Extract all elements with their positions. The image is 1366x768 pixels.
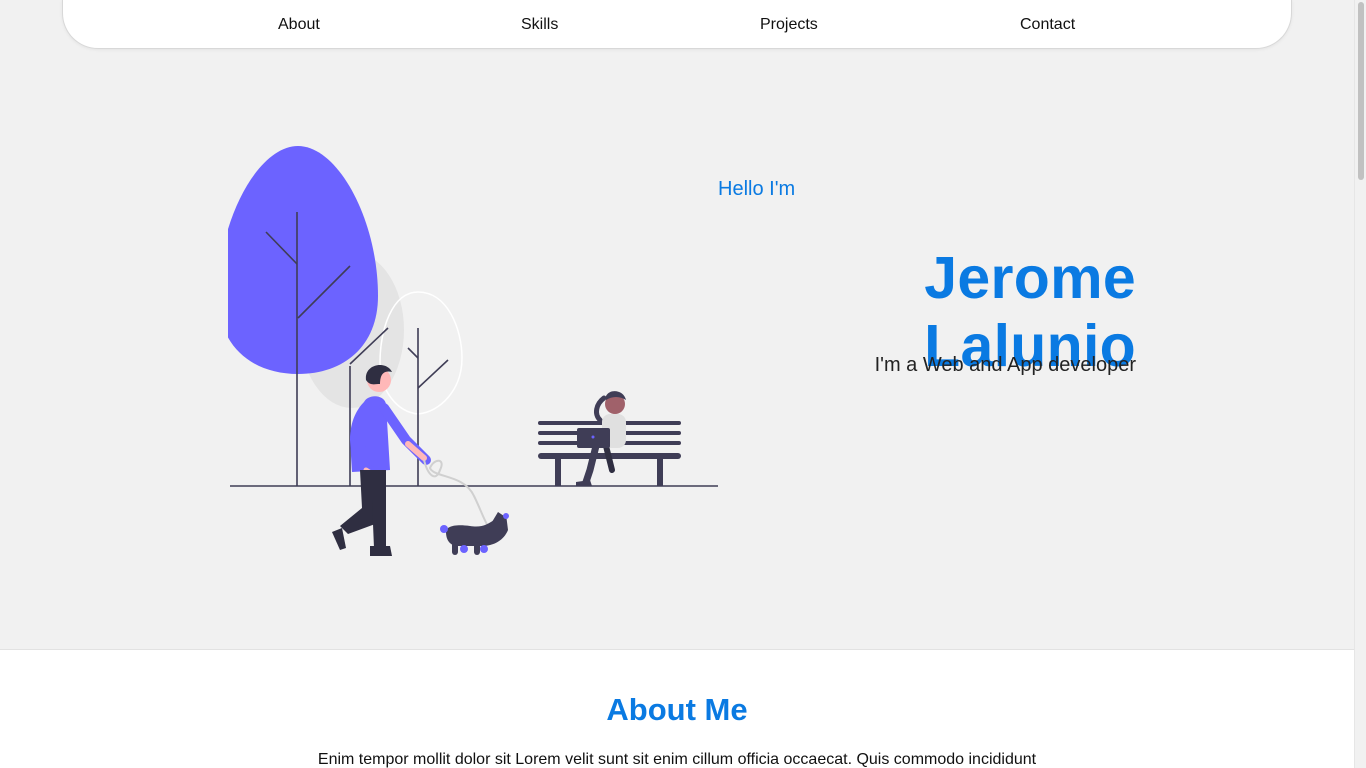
nav-link-projects[interactable]: Projects [760,16,818,34]
park-illustration [228,146,718,556]
page: Hello I'm Jerome Lalunio I'm a Web and A… [0,0,1354,768]
nav-link-skills[interactable]: Skills [521,16,558,34]
purple-tree-canopy [228,146,378,374]
dog [440,512,509,555]
dog-leash [423,459,489,527]
scrollbar-thumb[interactable] [1358,2,1364,180]
hero-section: Hello I'm Jerome Lalunio I'm a Web and A… [0,0,1354,648]
greeting-text: Hello I'm [718,178,796,200]
about-section: About Me Enim tempor mollit dolor sit Lo… [0,649,1354,768]
about-paragraph: Enim tempor mollit dolor sit Lorem velit… [317,751,1037,768]
hero-tagline: I'm a Web and App developer [874,354,1136,376]
top-navbar: About Skills Projects Contact [62,0,1292,49]
nav-link-contact[interactable]: Contact [1020,16,1075,34]
vertical-scrollbar[interactable] [1354,0,1366,768]
woman-with-laptop [576,391,626,486]
nav-link-about[interactable]: About [278,16,320,34]
about-heading: About Me [606,692,748,727]
